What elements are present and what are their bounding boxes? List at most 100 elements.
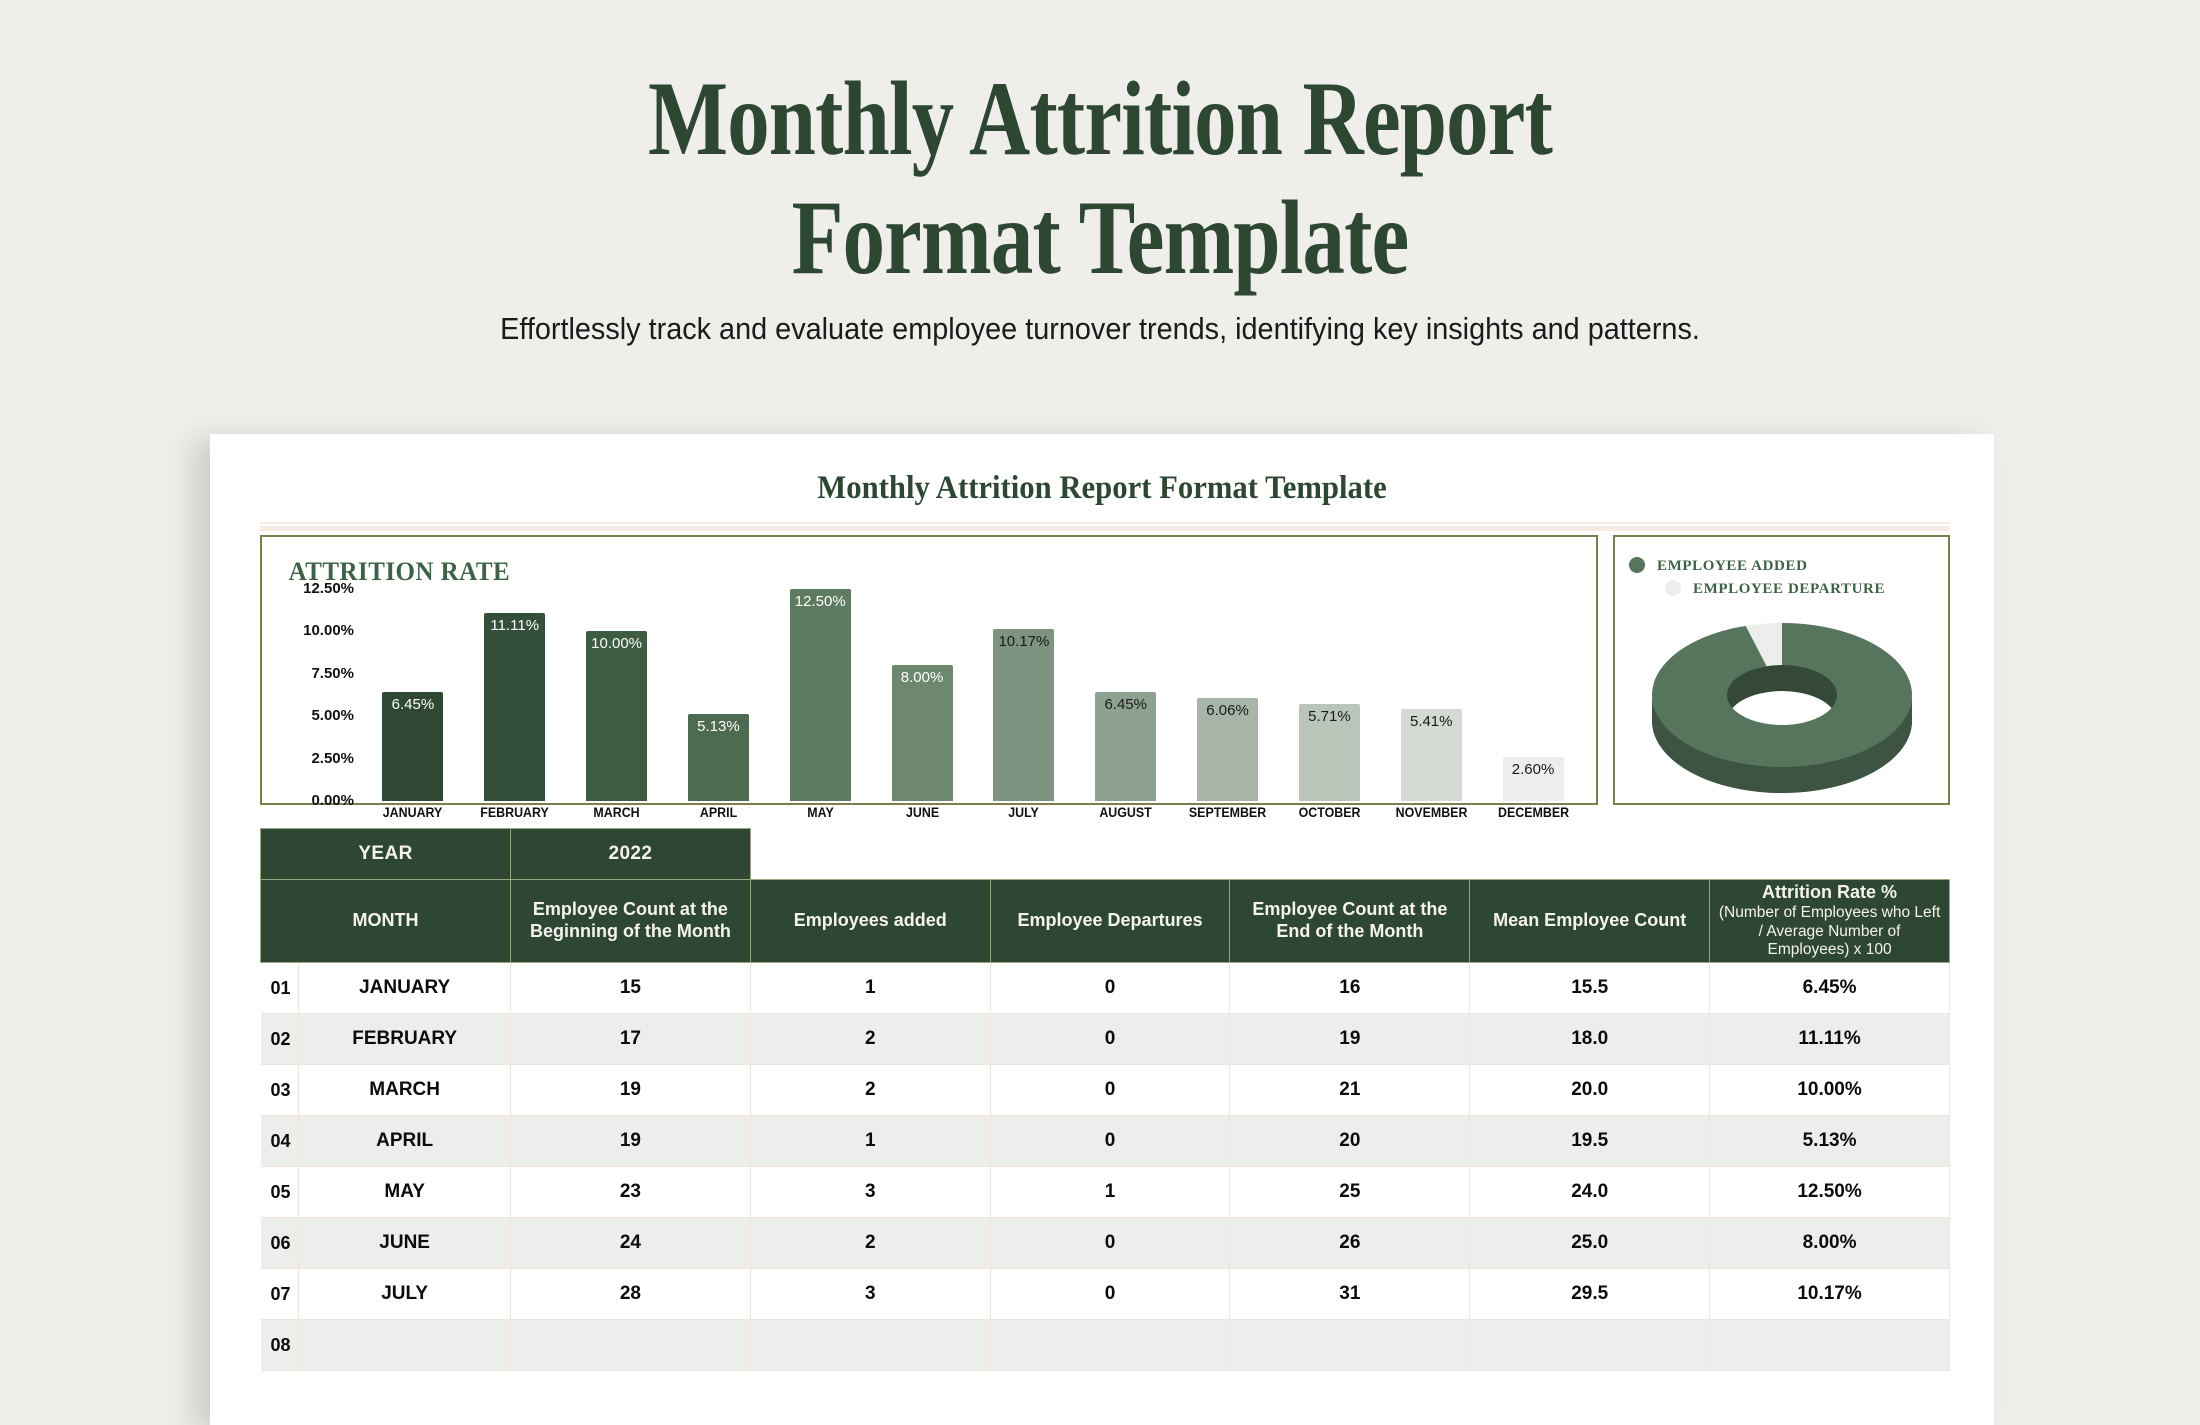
col-header-begin-count: Employee Count at the Beginning of the M… bbox=[510, 879, 751, 963]
table-cell-begin: 28 bbox=[510, 1268, 751, 1320]
bar-group: 6.06% SEPTEMBER bbox=[1189, 589, 1266, 820]
table-cell-departures: 0 bbox=[990, 1115, 1231, 1167]
table-cell-idx: 03 bbox=[260, 1064, 300, 1116]
table-cell-rate bbox=[1709, 1319, 1950, 1371]
table-cell-begin: 19 bbox=[510, 1064, 751, 1116]
decorative-rule bbox=[260, 522, 1950, 531]
bar: 11.11% bbox=[484, 612, 546, 801]
table-cell-idx: 07 bbox=[260, 1268, 300, 1320]
table-cell-end: 26 bbox=[1229, 1217, 1471, 1269]
table-row: 07 JULY 28 3 0 31 29.5 10.17% bbox=[260, 1268, 1950, 1320]
bar-group: 6.45% AUGUST bbox=[1095, 589, 1157, 820]
x-axis-tick-label: SEPTEMBER bbox=[1188, 805, 1267, 820]
x-axis-tick-label: AUGUST bbox=[1099, 805, 1152, 820]
bar: 5.71% bbox=[1298, 704, 1360, 801]
bar: 5.41% bbox=[1400, 709, 1462, 801]
x-axis-tick-label: OCTOBER bbox=[1298, 805, 1361, 820]
table-cell-end: 19 bbox=[1229, 1013, 1471, 1065]
table-cell-month: JANUARY bbox=[298, 962, 512, 1014]
table-cell-added: 2 bbox=[750, 1013, 991, 1065]
table-row: 05 MAY 23 3 1 25 24.0 12.50% bbox=[260, 1166, 1950, 1218]
bar: 10.17% bbox=[993, 628, 1055, 801]
col-header-mean-count: Mean Employee Count bbox=[1469, 879, 1711, 963]
bar: 8.00% bbox=[891, 665, 953, 801]
table-cell-departures: 0 bbox=[990, 1268, 1231, 1320]
year-label-cell: YEAR bbox=[259, 828, 512, 880]
table-cell-mean: 19.5 bbox=[1469, 1115, 1711, 1167]
table-row: 03 MARCH 19 2 0 21 20.0 10.00% bbox=[260, 1064, 1950, 1116]
page-title-line-1: Monthly Attrition Report bbox=[647, 60, 1553, 177]
y-axis-tick-label: 12.50% bbox=[303, 580, 354, 597]
y-axis-tick-label: 7.50% bbox=[311, 664, 354, 682]
bar: 6.06% bbox=[1197, 698, 1259, 801]
x-axis-tick-label: MAY bbox=[806, 805, 834, 820]
y-axis-tick-label: 10.00% bbox=[303, 622, 354, 640]
table-cell-idx: 05 bbox=[260, 1166, 300, 1218]
table-cell-end bbox=[1229, 1319, 1471, 1371]
table-cell-departures: 0 bbox=[990, 1217, 1231, 1269]
table-cell-added: 2 bbox=[750, 1064, 991, 1116]
year-row-spacer bbox=[750, 829, 1949, 880]
bar-group: 10.00% MARCH bbox=[586, 589, 648, 820]
bar-group: 5.41% NOVEMBER bbox=[1395, 589, 1467, 820]
table-cell-added: 3 bbox=[750, 1268, 991, 1320]
table-cell-mean bbox=[1469, 1319, 1711, 1371]
legend-color-swatch-added bbox=[1629, 557, 1645, 573]
table-body: 01 JANUARY 15 1 0 16 15.5 6.45% 02 FEBRUARY 17 2 0 19… bbox=[260, 962, 1950, 1371]
table-row: 02 FEBRUARY 17 2 0 19 18.0 11.11% bbox=[260, 1013, 1950, 1065]
table-cell-begin: 17 bbox=[510, 1013, 751, 1065]
table-cell-mean: 29.5 bbox=[1469, 1268, 1711, 1320]
y-axis-tick-label: 2.50% bbox=[311, 749, 354, 767]
table-row: 08 bbox=[260, 1319, 1950, 1371]
table-row: 06 JUNE 24 2 0 26 25.0 8.00% bbox=[260, 1217, 1950, 1269]
bar: 6.45% bbox=[1095, 691, 1157, 801]
x-axis-tick-label: DECEMBER bbox=[1497, 805, 1569, 820]
bar-value-label: 10.17% bbox=[998, 632, 1050, 650]
bar-group: 6.45% JANUARY bbox=[382, 589, 444, 820]
table-cell-rate: 10.17% bbox=[1709, 1268, 1950, 1320]
table-cell-end: 21 bbox=[1229, 1064, 1471, 1116]
col-header-employees-added: Employees added bbox=[749, 879, 991, 963]
table-cell-idx: 02 bbox=[260, 1013, 300, 1065]
hero-header: Monthly Attrition Report Format Template… bbox=[0, 0, 2200, 347]
legend-item-employee-departure: EMPLOYEE DEPARTURE bbox=[1665, 580, 1885, 598]
table-cell-departures: 0 bbox=[990, 962, 1231, 1014]
bar: 6.45% bbox=[382, 691, 444, 801]
col-header-end-count: Employee Count at the End of the Month bbox=[1229, 879, 1471, 963]
bar-value-label: 11.11% bbox=[490, 616, 540, 634]
legend-item-employee-added: EMPLOYEE ADDED bbox=[1629, 557, 1808, 575]
page-subtitle: Effortlessly track and evaluate employee… bbox=[500, 311, 1700, 347]
bar: 5.13% bbox=[687, 714, 749, 801]
table-cell-end: 20 bbox=[1229, 1115, 1471, 1167]
bar: 10.00% bbox=[586, 631, 648, 801]
col-header-attrition-rate: Attrition Rate % (Number of Employees wh… bbox=[1709, 879, 1950, 963]
bar-value-label: 5.13% bbox=[697, 718, 740, 735]
table-cell-begin: 23 bbox=[510, 1166, 751, 1218]
table-cell-added: 2 bbox=[750, 1217, 991, 1269]
col-header-employee-departures: Employee Departures bbox=[989, 879, 1231, 963]
legend-color-swatch-departure bbox=[1665, 580, 1681, 596]
y-axis-tick-label: 5.00% bbox=[311, 707, 354, 725]
table-cell-mean: 15.5 bbox=[1469, 962, 1711, 1014]
bar-value-label: 12.50% bbox=[794, 593, 846, 610]
x-axis-tick-label: JUNE bbox=[905, 805, 939, 820]
table-cell-departures: 1 bbox=[990, 1166, 1231, 1218]
table-cell-idx: 08 bbox=[260, 1319, 300, 1371]
bar-group: 8.00% JUNE bbox=[891, 589, 953, 820]
bar-value-label: 5.41% bbox=[1409, 713, 1453, 731]
bar-chart-plot-area: 6.45% JANUARY 11.11% FEBRUARY 10.00% MARCH 5.1… bbox=[362, 589, 1582, 820]
table-cell-end: 16 bbox=[1229, 962, 1471, 1014]
col-header-attrition-rate-title: Attrition Rate % bbox=[1762, 882, 1898, 903]
bar-group: 5.71% OCTOBER bbox=[1298, 589, 1360, 820]
bar-group: 12.50% MAY bbox=[789, 589, 851, 820]
attrition-rate-chart-panel: ATTRITION RATE 12.50% 10.00% 7.50% 5.00% 2.5… bbox=[260, 535, 1598, 820]
table-cell-month: MARCH bbox=[298, 1064, 512, 1116]
table-header-row: MONTH Employee Count at the Beginning of… bbox=[259, 879, 1950, 963]
page-title: Monthly Attrition Report Format Template bbox=[220, 0, 1980, 297]
year-value-cell: 2022 bbox=[510, 828, 751, 880]
table-cell-added: 1 bbox=[750, 1115, 991, 1167]
bar-value-label: 2.60% bbox=[1511, 760, 1555, 778]
table-cell-departures: 0 bbox=[990, 1064, 1231, 1116]
table-cell-rate: 6.45% bbox=[1709, 962, 1950, 1014]
table-cell-month: MAY bbox=[298, 1166, 512, 1218]
